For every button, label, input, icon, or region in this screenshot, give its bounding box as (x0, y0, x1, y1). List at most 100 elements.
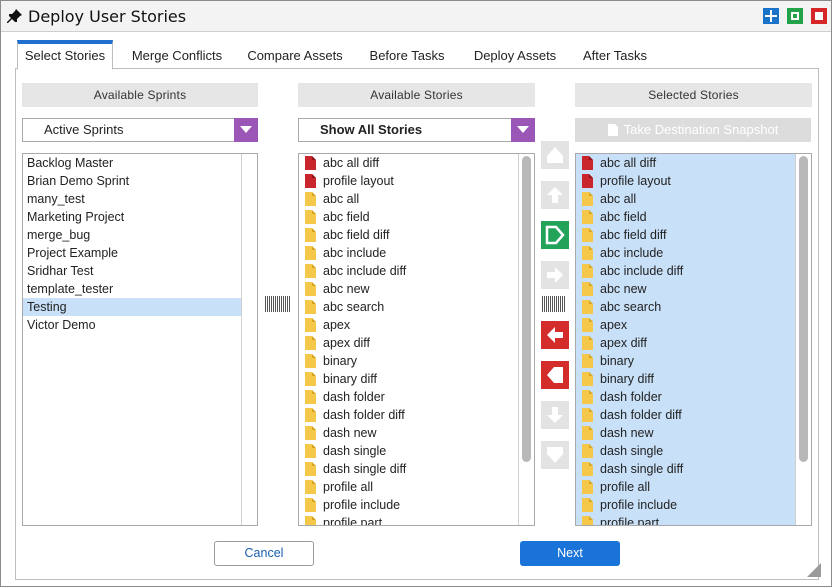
available-story-item[interactable]: abc all (299, 190, 518, 208)
sprints-list[interactable]: Backlog Master Brian Demo Sprint many_test… (22, 153, 258, 526)
selected-story-item[interactable]: abc include diff (576, 262, 795, 280)
chevron-down-icon[interactable] (511, 118, 535, 142)
available-story-item[interactable]: abc include diff (299, 262, 518, 280)
available-story-item[interactable]: dash new (299, 424, 518, 442)
remove-selected-button[interactable] (541, 321, 569, 349)
tab-before-tasks[interactable]: Before Tasks (363, 40, 451, 69)
sprint-list-item[interactable]: Marketing Project (23, 208, 241, 226)
stories-scrollbar[interactable] (518, 154, 534, 525)
selected-story-item[interactable]: abc field diff (576, 226, 795, 244)
yellow-file-icon (582, 282, 593, 296)
story-item-label: abc include (323, 246, 387, 260)
available-story-item[interactable]: abc search (299, 298, 518, 316)
selected-story-item[interactable]: dash folder diff (576, 406, 795, 424)
remove-all-button[interactable] (541, 361, 569, 389)
available-story-item[interactable]: abc new (299, 280, 518, 298)
available-story-item[interactable]: profile include (299, 496, 518, 514)
selected-scrollbar[interactable] (795, 154, 811, 525)
splitter-grip-right[interactable] (542, 296, 565, 312)
sprint-item-label: Marketing Project (27, 210, 125, 224)
add-all-button[interactable] (541, 221, 569, 249)
selected-story-item[interactable]: profile part (576, 514, 795, 525)
available-story-item[interactable]: profile all (299, 478, 518, 496)
selected-story-item[interactable]: binary diff (576, 370, 795, 388)
sprint-item-label: Backlog Master (27, 156, 114, 170)
selected-story-item[interactable]: profile layout (576, 172, 795, 190)
selected-story-item[interactable]: binary (576, 352, 795, 370)
sprint-list-item[interactable]: Brian Demo Sprint (23, 172, 241, 190)
sprint-list-item[interactable]: Backlog Master (23, 154, 241, 172)
story-item-label: apex (323, 318, 351, 332)
selected-story-item[interactable]: dash single diff (576, 460, 795, 478)
selected-story-item[interactable]: abc all diff (576, 154, 795, 172)
available-story-item[interactable]: profile part (299, 514, 518, 525)
move-down-button[interactable] (541, 401, 569, 429)
selected-story-item[interactable]: abc field (576, 208, 795, 226)
selected-story-item[interactable]: profile include (576, 496, 795, 514)
available-story-item[interactable]: dash single diff (299, 460, 518, 478)
selected-story-item[interactable]: profile all (576, 478, 795, 496)
move-to-top-button[interactable] (541, 141, 569, 169)
yellow-file-icon (582, 318, 593, 332)
maximize-button[interactable] (787, 8, 803, 24)
available-story-item[interactable]: abc field (299, 208, 518, 226)
move-to-bottom-button[interactable] (541, 441, 569, 469)
yellow-file-icon (582, 516, 593, 525)
resize-grip-icon[interactable] (807, 563, 821, 577)
splitter-grip-left[interactable] (265, 296, 290, 312)
move-up-button[interactable] (541, 181, 569, 209)
sprints-scrollbar[interactable] (241, 154, 257, 525)
sprint-list-item[interactable]: Project Example (23, 244, 241, 262)
selected-story-item[interactable]: abc include (576, 244, 795, 262)
tab-compare-assets[interactable]: Compare Assets (243, 40, 347, 69)
story-filter-select[interactable]: Show All Stories (298, 118, 535, 142)
sprint-list-item[interactable]: merge_bug (23, 226, 241, 244)
story-item-label: abc all (323, 192, 360, 206)
selected-story-item[interactable]: apex diff (576, 334, 795, 352)
tab-deploy-assets[interactable]: Deploy Assets (467, 40, 563, 69)
available-story-item[interactable]: abc include (299, 244, 518, 262)
available-story-item[interactable]: binary (299, 352, 518, 370)
tab-select-stories[interactable]: Select Stories (17, 40, 113, 70)
sprint-list-item[interactable]: many_test (23, 190, 241, 208)
available-story-item[interactable]: abc all diff (299, 154, 518, 172)
sprint-list-item[interactable]: Victor Demo (23, 316, 241, 334)
sprint-item-label: Brian Demo Sprint (27, 174, 130, 188)
selected-story-item[interactable]: abc all (576, 190, 795, 208)
available-story-item[interactable]: apex diff (299, 334, 518, 352)
sprint-list-item[interactable]: template_tester (23, 280, 241, 298)
selected-story-item[interactable]: abc new (576, 280, 795, 298)
tab-after-tasks[interactable]: After Tasks (577, 40, 653, 69)
selected-story-item[interactable]: abc search (576, 298, 795, 316)
sprint-list-item[interactable]: Testing (23, 298, 241, 316)
available-story-item[interactable]: apex (299, 316, 518, 334)
close-button[interactable] (811, 8, 827, 24)
pin-icon[interactable] (7, 8, 23, 24)
scrollbar-thumb[interactable] (799, 156, 808, 462)
sprint-list-item[interactable]: Sridhar Test (23, 262, 241, 280)
selected-story-item[interactable]: dash new (576, 424, 795, 442)
selected-story-item[interactable]: apex (576, 316, 795, 334)
selected-story-item[interactable]: dash single (576, 442, 795, 460)
available-story-item[interactable]: dash folder diff (299, 406, 518, 424)
cancel-button[interactable]: Cancel (214, 541, 314, 566)
available-story-item[interactable]: abc field diff (299, 226, 518, 244)
next-button[interactable]: Next (520, 541, 620, 566)
available-story-item[interactable]: dash single (299, 442, 518, 460)
tab-merge-conflicts[interactable]: Merge Conflicts (123, 40, 231, 69)
add-selected-button[interactable] (541, 261, 569, 289)
add-window-button[interactable] (763, 8, 779, 24)
chevron-down-icon[interactable] (234, 118, 258, 142)
sprint-filter-select[interactable]: Active Sprints (22, 118, 258, 142)
scrollbar-thumb[interactable] (522, 156, 531, 462)
available-story-item[interactable]: dash folder (299, 388, 518, 406)
selected-stories-list[interactable]: abc all diff profile layout abc all abc fie… (575, 153, 812, 526)
available-stories-list[interactable]: abc all diff profile layout abc all abc fie… (298, 153, 535, 526)
selected-story-item[interactable]: dash folder (576, 388, 795, 406)
yellow-file-icon (305, 444, 316, 458)
available-story-item[interactable]: profile layout (299, 172, 518, 190)
take-destination-snapshot-button[interactable]: Take Destination Snapshot (575, 118, 811, 142)
story-item-label: binary diff (600, 372, 654, 386)
story-item-label: dash single (600, 444, 664, 458)
available-story-item[interactable]: binary diff (299, 370, 518, 388)
